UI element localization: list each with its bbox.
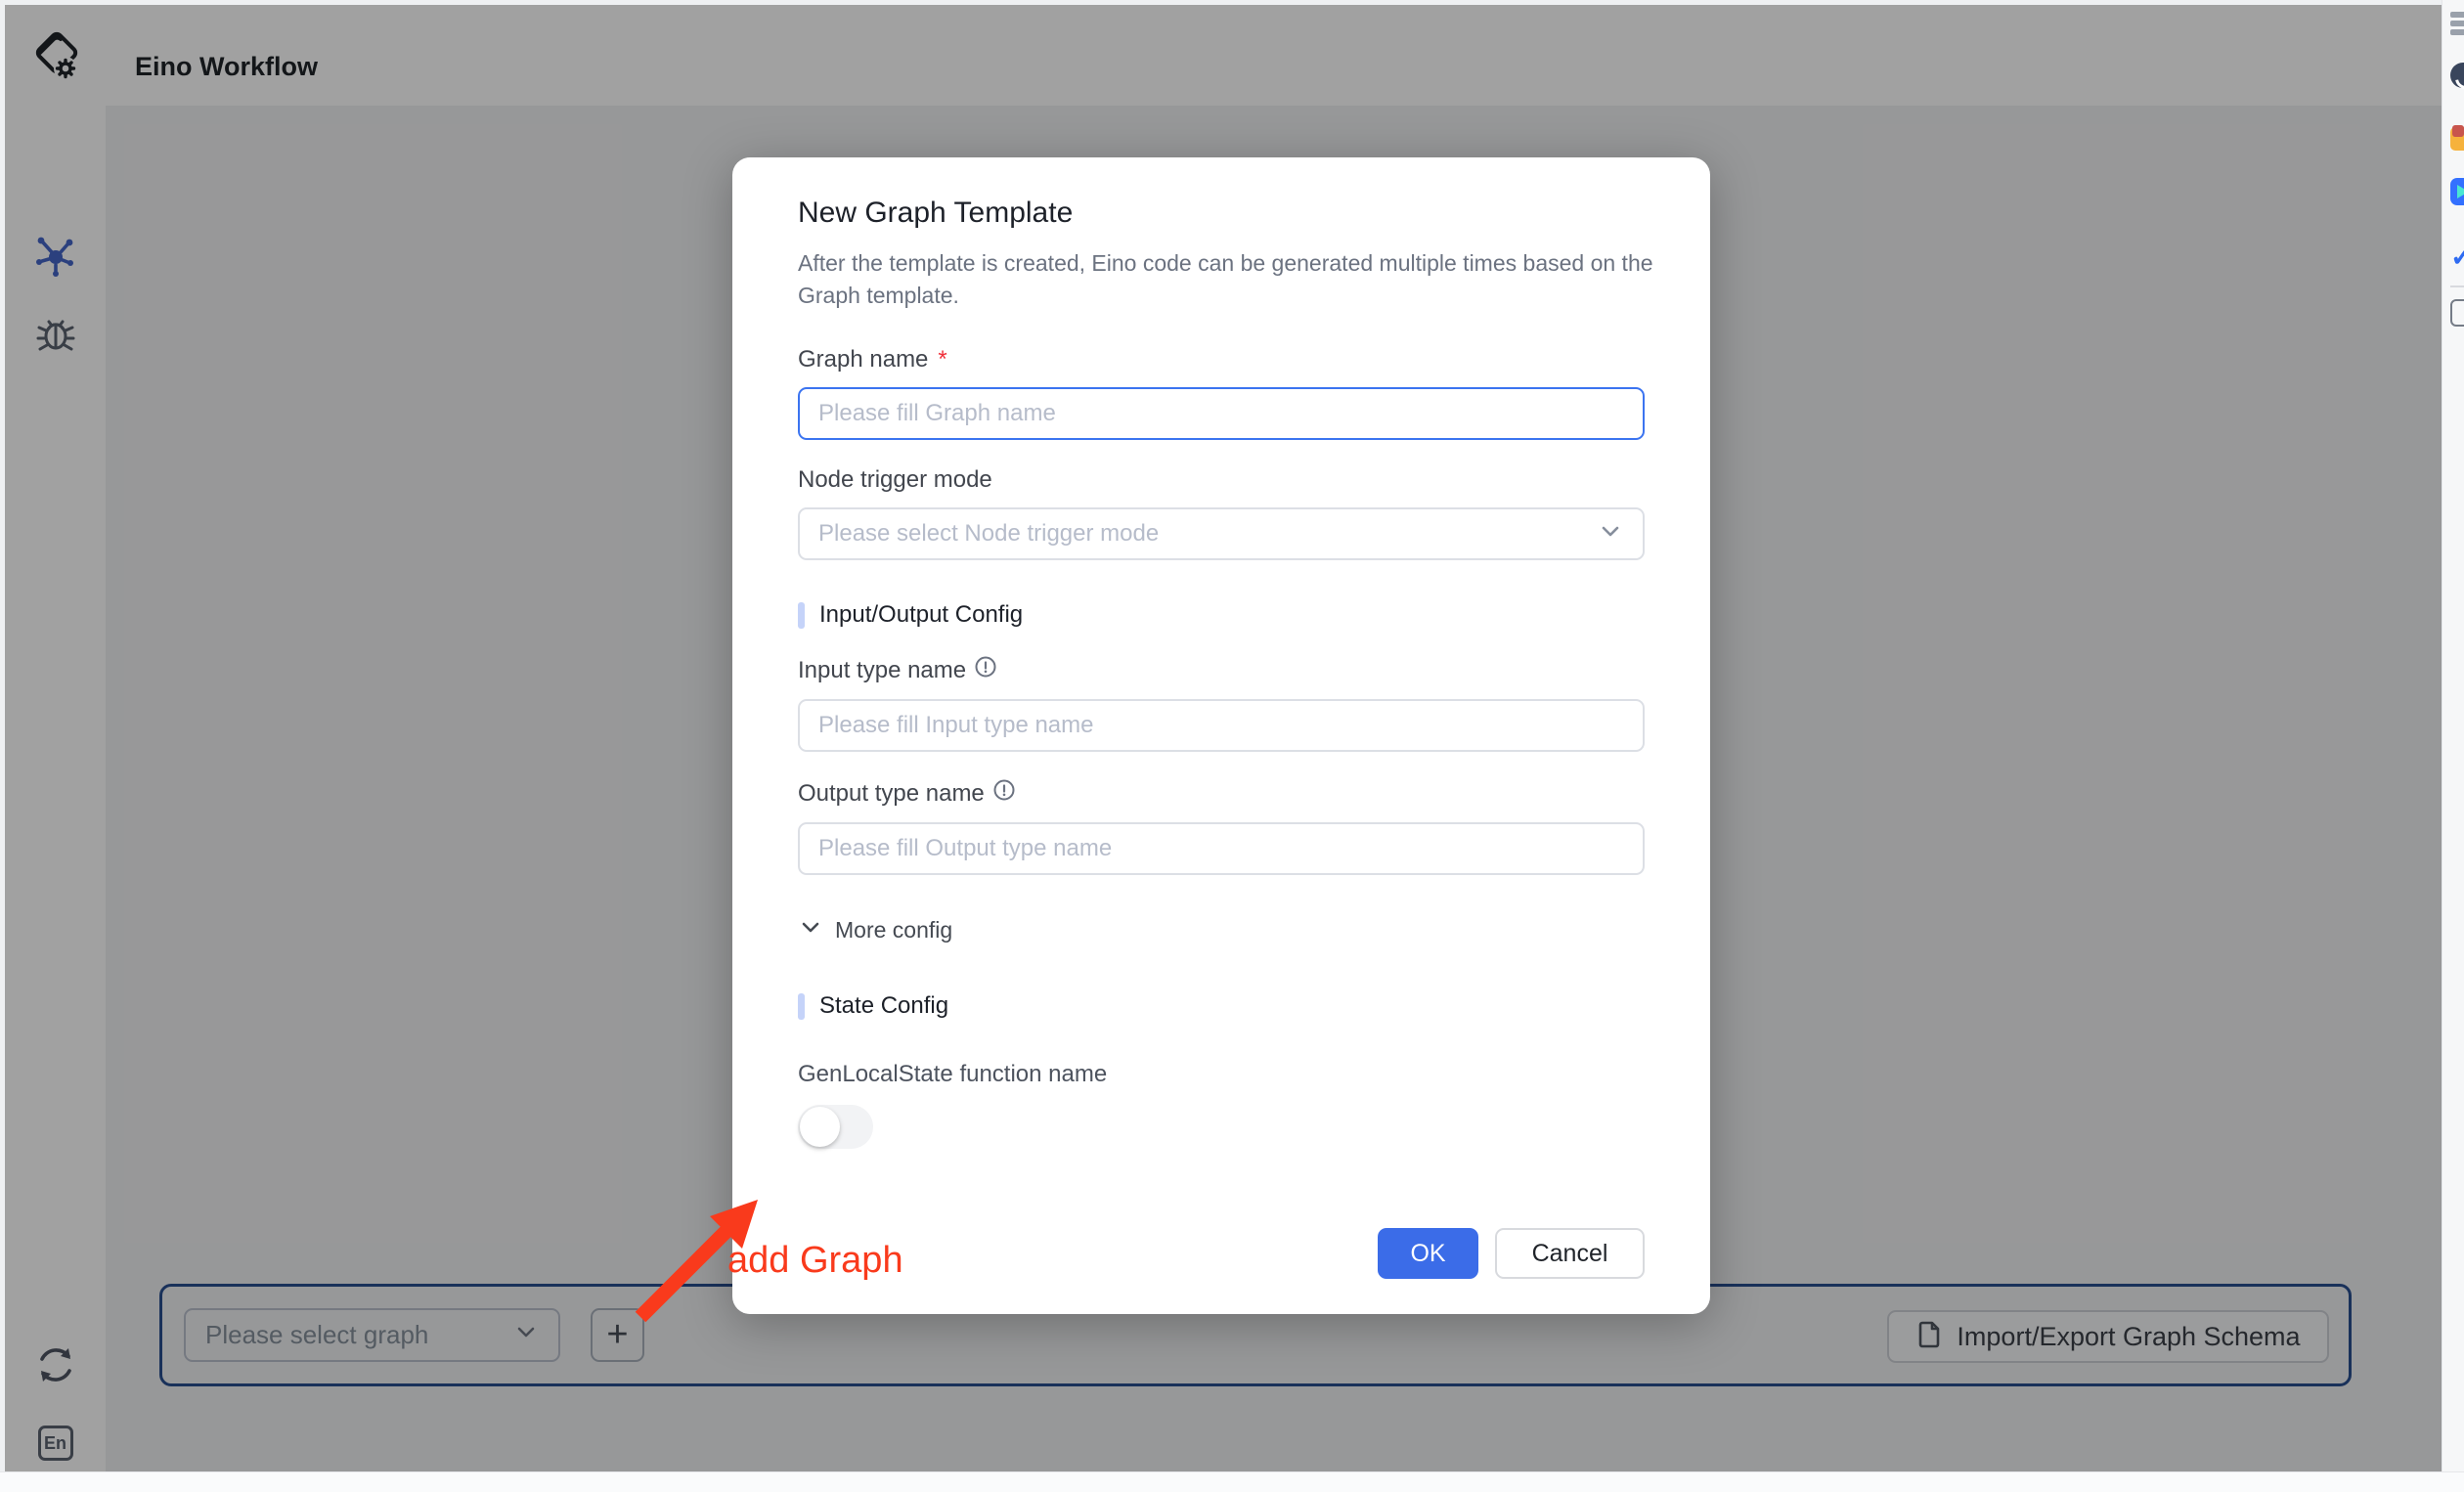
browser-side-panel: ✓ <box>2442 0 2464 1471</box>
output-type-name-label: Output type name <box>798 778 1645 809</box>
input-type-name-label: Input type name <box>798 655 1645 685</box>
new-graph-template-dialog: New Graph Template After the template is… <box>732 157 1710 1314</box>
stack-icon[interactable] <box>2450 12 2464 39</box>
chevron-down-icon <box>798 914 823 945</box>
blue-player-icon[interactable] <box>2450 178 2464 205</box>
check-icon[interactable]: ✓ <box>2450 241 2464 268</box>
graph-name-label: Graph name* <box>798 346 1645 373</box>
annotation-label: add Graph <box>727 1240 903 1282</box>
dark-circle-icon[interactable] <box>2450 63 2464 90</box>
section-bar <box>798 602 805 629</box>
gen-local-state-label: GenLocalState function name <box>798 1061 1645 1088</box>
dialog-description: After the template is created, Eino code… <box>798 247 1663 311</box>
ok-button[interactable]: OK <box>1378 1228 1478 1279</box>
input-type-name-input[interactable] <box>798 699 1645 752</box>
section-bar <box>798 993 805 1020</box>
cancel-button[interactable]: Cancel <box>1495 1228 1645 1279</box>
orange-extension-icon[interactable] <box>2450 127 2464 154</box>
node-trigger-mode-select[interactable]: Please select Node trigger mode <box>798 507 1645 560</box>
more-config-toggle[interactable]: More config <box>798 914 952 945</box>
io-config-section-header: Input/Output Config <box>798 601 1645 629</box>
info-icon[interactable] <box>974 655 997 685</box>
browser-bottom-edge <box>0 1471 2464 1492</box>
clipboard-icon[interactable] <box>2450 299 2464 327</box>
dialog-title: New Graph Template <box>798 197 1645 230</box>
node-trigger-placeholder: Please select Node trigger mode <box>818 520 1159 548</box>
switch-knob <box>800 1107 840 1147</box>
info-icon[interactable] <box>992 778 1016 809</box>
gen-local-state-switch[interactable] <box>798 1105 873 1149</box>
chevron-down-icon <box>1597 517 1624 551</box>
required-asterisk: * <box>938 346 946 373</box>
node-trigger-mode-label: Node trigger mode <box>798 466 1645 494</box>
state-config-section-header: State Config <box>798 992 1645 1020</box>
dialog-footer: OK Cancel <box>1378 1228 1645 1279</box>
output-type-name-input[interactable] <box>798 822 1645 875</box>
graph-name-input[interactable] <box>798 387 1645 440</box>
